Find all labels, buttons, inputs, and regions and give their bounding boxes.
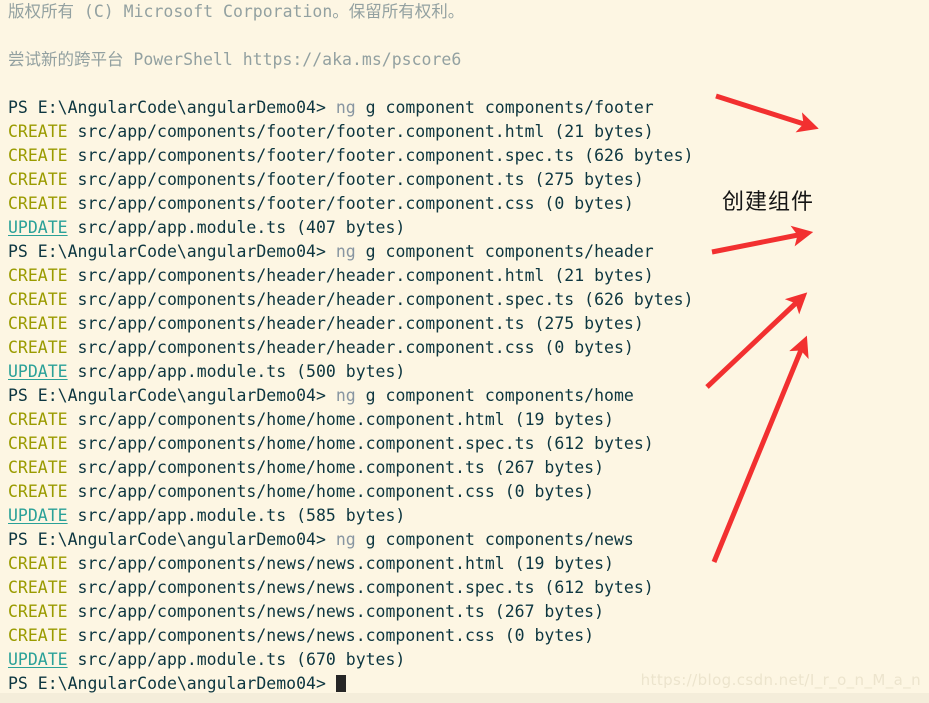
- console-output-line: CREATE src/app/components/news/news.comp…: [8, 576, 929, 600]
- create-tag: CREATE: [8, 482, 68, 501]
- create-tag: CREATE: [8, 314, 68, 333]
- output-file-path: src/app/components/footer/footer.compone…: [67, 146, 694, 165]
- console-output-line: CREATE src/app/components/news/news.comp…: [8, 600, 929, 624]
- output-file-path: src/app/components/home/home.component.s…: [67, 434, 654, 453]
- output-file-path: src/app/app.module.ts (500 bytes): [67, 362, 406, 381]
- output-file-path: src/app/components/home/home.component.t…: [67, 458, 605, 477]
- create-tag: CREATE: [8, 290, 68, 309]
- command-args: g component components/header: [355, 242, 654, 261]
- console-header-line: [8, 72, 929, 96]
- prompt-path: PS E:\AngularCode\angularDemo04>: [8, 386, 336, 405]
- console-output-line: CREATE src/app/components/footer/footer.…: [8, 144, 929, 168]
- output-file-path: src/app/components/news/news.component.h…: [67, 554, 614, 573]
- output-file-path: src/app/components/header/header.compone…: [67, 290, 694, 309]
- update-tag: UPDATE: [8, 650, 68, 669]
- console-output-line: CREATE src/app/components/footer/footer.…: [8, 120, 929, 144]
- create-tag: CREATE: [8, 122, 68, 141]
- output-file-path: src/app/app.module.ts (407 bytes): [67, 218, 406, 237]
- console-output-line: CREATE src/app/components/news/news.comp…: [8, 624, 929, 648]
- update-tag: UPDATE: [8, 362, 68, 381]
- command-name: ng: [335, 386, 356, 405]
- prompt-path: PS E:\AngularCode\angularDemo04>: [8, 242, 336, 261]
- console-output-line: UPDATE src/app/app.module.ts (407 bytes): [8, 216, 929, 240]
- command-name: ng: [335, 530, 356, 549]
- create-tag: CREATE: [8, 458, 68, 477]
- create-tag: CREATE: [8, 626, 68, 645]
- powershell-terminal-window[interactable]: 版权所有 (C) Microsoft Corporation。保留所有权利。 尝试…: [0, 0, 929, 703]
- output-file-path: src/app/components/news/news.component.c…: [67, 626, 595, 645]
- console-output-line: UPDATE src/app/app.module.ts (585 bytes): [8, 504, 929, 528]
- output-file-path: src/app/components/footer/footer.compone…: [67, 122, 654, 141]
- output-file-path: src/app/app.module.ts (670 bytes): [67, 650, 406, 669]
- console-output-line: CREATE src/app/components/header/header.…: [8, 312, 929, 336]
- create-tag: CREATE: [8, 338, 68, 357]
- output-file-path: src/app/components/news/news.component.s…: [67, 578, 654, 597]
- annotation-label-create-component: 创建组件: [722, 190, 815, 215]
- create-tag: CREATE: [8, 146, 68, 165]
- output-file-path: src/app/components/header/header.compone…: [67, 338, 634, 357]
- console-output: 版权所有 (C) Microsoft Corporation。保留所有权利。 尝试…: [8, 0, 929, 696]
- update-tag: UPDATE: [8, 506, 68, 525]
- command-name: ng: [335, 242, 356, 261]
- console-output-line: CREATE src/app/components/news/news.comp…: [8, 552, 929, 576]
- command-name: ng: [335, 98, 356, 117]
- create-tag: CREATE: [8, 554, 68, 573]
- command-args: g component components/news: [355, 530, 634, 549]
- output-file-path: src/app/components/footer/footer.compone…: [67, 194, 634, 213]
- output-file-path: src/app/components/footer/footer.compone…: [67, 170, 644, 189]
- console-output-line: CREATE src/app/components/home/home.comp…: [8, 480, 929, 504]
- command-args: g component components/home: [355, 386, 634, 405]
- output-file-path: src/app/components/header/header.compone…: [67, 314, 644, 333]
- console-output-line: UPDATE src/app/app.module.ts (500 bytes): [8, 360, 929, 384]
- create-tag: CREATE: [8, 266, 68, 285]
- console-prompt-line: PS E:\AngularCode\angularDemo04> ng g co…: [8, 240, 929, 264]
- console-prompt-line: PS E:\AngularCode\angularDemo04> ng g co…: [8, 384, 929, 408]
- console-header-block: 版权所有 (C) Microsoft Corporation。保留所有权利。 尝试…: [8, 0, 929, 96]
- console-output-line: CREATE src/app/components/home/home.comp…: [8, 456, 929, 480]
- csdn-watermark: https://blog.csdn.net/I_r_o_n_M_a_n: [640, 671, 921, 689]
- console-output-line: CREATE src/app/components/header/header.…: [8, 288, 929, 312]
- console-output-line: CREATE src/app/components/header/header.…: [8, 336, 929, 360]
- update-tag: UPDATE: [8, 218, 68, 237]
- output-file-path: src/app/app.module.ts (585 bytes): [67, 506, 406, 525]
- output-file-path: src/app/components/home/home.component.c…: [67, 482, 595, 501]
- create-tag: CREATE: [8, 578, 68, 597]
- text-cursor[interactable]: [335, 675, 346, 692]
- console-prompt-line: PS E:\AngularCode\angularDemo04> ng g co…: [8, 528, 929, 552]
- prompt-path: PS E:\AngularCode\angularDemo04>: [8, 530, 336, 549]
- command-args: g component components/footer: [355, 98, 654, 117]
- console-output-line: UPDATE src/app/app.module.ts (670 bytes): [8, 648, 929, 672]
- console-prompt-line: PS E:\AngularCode\angularDemo04> ng g co…: [8, 96, 929, 120]
- create-tag: CREATE: [8, 602, 68, 621]
- create-tag: CREATE: [8, 170, 68, 189]
- console-header-line: 尝试新的跨平台 PowerShell https://aka.ms/pscore…: [8, 50, 462, 69]
- create-tag: CREATE: [8, 194, 68, 213]
- console-output-line: CREATE src/app/components/header/header.…: [8, 264, 929, 288]
- output-file-path: src/app/components/header/header.compone…: [67, 266, 654, 285]
- console-header-line: 版权所有 (C) Microsoft Corporation。保留所有权利。: [8, 2, 465, 21]
- output-file-path: src/app/components/news/news.component.t…: [67, 602, 605, 621]
- prompt-path: PS E:\AngularCode\angularDemo04>: [8, 98, 336, 117]
- prompt-path: PS E:\AngularCode\angularDemo04>: [8, 674, 336, 693]
- create-tag: CREATE: [8, 410, 68, 429]
- terminal-bottom-band: [0, 693, 929, 703]
- console-output-line: CREATE src/app/components/home/home.comp…: [8, 432, 929, 456]
- console-header-line: [8, 24, 929, 48]
- create-tag: CREATE: [8, 434, 68, 453]
- console-output-line: CREATE src/app/components/home/home.comp…: [8, 408, 929, 432]
- output-file-path: src/app/components/home/home.component.h…: [67, 410, 614, 429]
